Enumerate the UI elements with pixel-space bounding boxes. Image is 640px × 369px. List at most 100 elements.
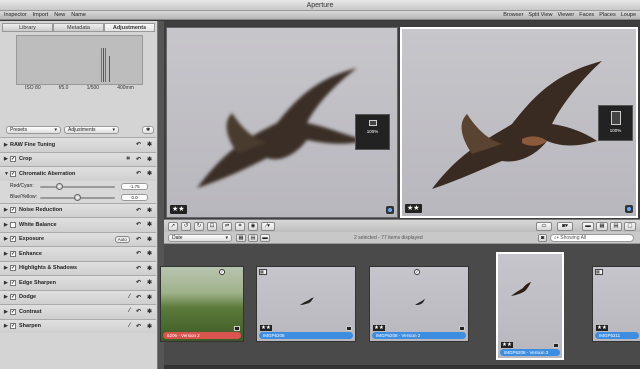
thumbnail-selected[interactable]: ★★ IMGP6208 - Version 3 [496, 252, 564, 360]
gear-icon[interactable]: ✱ [147, 156, 152, 163]
rotate-right-button[interactable]: ↻ [194, 222, 204, 231]
toolbar-browser-button[interactable]: Browser [503, 11, 523, 20]
reset-icon[interactable]: ↶ [136, 250, 141, 257]
panel-noise-reduction[interactable]: ▶ ✓ Noise Reduction ↶ ✱ [0, 202, 156, 217]
reset-icon[interactable]: ↶ [136, 207, 141, 214]
stamp-tool-button[interactable]: ⊡ [207, 222, 217, 231]
toolbar-import-button[interactable]: Import [33, 11, 49, 20]
gear-icon[interactable]: ✱ [147, 221, 152, 228]
camera-mode-button[interactable]: ◙▾ [557, 222, 573, 231]
list-toggle-button[interactable]: ▤ [248, 234, 258, 242]
toolbar-name-button[interactable]: Name [71, 11, 86, 20]
reset-icon[interactable]: ↶ [136, 156, 141, 163]
toolbar-new-button[interactable]: New [54, 11, 65, 20]
gear-icon[interactable]: ✱ [147, 141, 152, 148]
straighten-tool-button[interactable]: ⇌ [222, 222, 232, 231]
viewer-mode-button[interactable]: ▭ [536, 222, 552, 231]
toolbar-faces-button[interactable]: Faces [579, 11, 594, 20]
red-cyan-slider[interactable] [40, 182, 115, 190]
select-tool-button[interactable]: ➚ [168, 222, 178, 231]
panel-white-balance[interactable]: ▶ White Balance ↶ ✱ [0, 217, 156, 232]
gear-icon[interactable]: ✱ [147, 279, 152, 286]
thumbnail[interactable]: ✓ 6206 - Version 2 [160, 266, 244, 342]
panel-raw-fine-tuning[interactable]: ▶ RAW Fine Tuning ↶ ✱ [0, 137, 156, 152]
list-view-button[interactable]: ▤ [610, 222, 622, 231]
search-field[interactable]: ⌕▾ Showing All [550, 234, 634, 242]
redeye-tool-button[interactable]: ◉ [248, 222, 258, 231]
reset-icon[interactable]: ↶ [136, 141, 141, 148]
presets-dropdown[interactable]: Presets ▾ [6, 125, 61, 134]
rating-stars[interactable]: ★★ [405, 204, 422, 213]
viewer-image-right[interactable]: 100% ★★ [400, 27, 638, 218]
enable-checkbox[interactable] [10, 221, 16, 228]
reset-icon[interactable]: ↶ [136, 294, 141, 301]
gear-icon[interactable]: ✱ [147, 250, 152, 257]
enable-checkbox[interactable]: ✓ [10, 294, 16, 301]
reset-icon[interactable]: ↶ [136, 323, 141, 330]
enable-checkbox[interactable]: ✓ [10, 323, 16, 330]
panel-enhance[interactable]: ▶ ✓ Enhance ↶ ✱ [0, 246, 156, 261]
enable-checkbox[interactable]: ✓ [10, 207, 16, 214]
panel-exposure[interactable]: ▶ ✓ Exposure Auto ↶ ✱ [0, 231, 156, 246]
brush-icon[interactable]: ⁄ [129, 323, 130, 330]
fullscreen-button[interactable]: ▢ [624, 222, 636, 231]
brush-icon[interactable]: ⁄ [129, 308, 130, 315]
tab-adjustments[interactable]: Adjustments [104, 23, 155, 32]
toolbar-inspector-button[interactable]: Inspector [4, 11, 27, 20]
gear-icon[interactable]: ✱ [147, 265, 152, 272]
enable-checkbox[interactable]: ✓ [10, 170, 16, 177]
toolbar-loupe-button[interactable]: Loupe [621, 11, 636, 20]
sort-dropdown[interactable]: Date ▾ [168, 234, 232, 242]
zoom-indicator[interactable]: 100% [598, 105, 633, 141]
thumbnail[interactable]: ✓ ★★ IMGP6208 - Version 2 [369, 266, 469, 342]
reset-icon[interactable]: ↶ [136, 279, 141, 286]
viewer-image-left[interactable]: 100% ★★ [166, 27, 398, 218]
slider-knob[interactable] [74, 193, 81, 201]
panel-edge-sharpen[interactable]: ▶ ✓ Edge Sharpen ↶ ✱ [0, 275, 156, 290]
grid-toggle-button[interactable]: ▦ [236, 234, 246, 242]
panel-dodge[interactable]: ▶ ✓ Dodge ⁄ ↶ ✱ [0, 289, 156, 304]
enable-checkbox[interactable]: ✓ [10, 156, 16, 163]
gear-icon[interactable]: ✱ [147, 294, 152, 301]
crop-tool-icon[interactable]: ⌗ [127, 156, 130, 163]
filter-button[interactable]: ◙ [538, 234, 547, 242]
rating-stars[interactable]: ★★ [170, 205, 187, 214]
gear-icon[interactable]: ✱ [147, 207, 152, 214]
gear-icon[interactable]: ✱ [147, 236, 152, 243]
enable-checkbox[interactable]: ✓ [10, 265, 16, 272]
panel-sharpen[interactable]: ▶ ✓ Sharpen ⁄ ↶ ✱ [0, 318, 156, 333]
grid-view-button[interactable]: ▦ [596, 222, 608, 231]
panel-highlights-shadows[interactable]: ▶ ✓ Highlights & Shadows ↶ ✱ [0, 260, 156, 275]
filmstrip-toggle-button[interactable]: ▬ [260, 234, 270, 242]
reset-icon[interactable]: ↶ [136, 265, 141, 272]
zoom-indicator[interactable]: 100% [355, 114, 390, 150]
filmstrip-scrollbar[interactable] [164, 365, 640, 369]
brush-icon[interactable]: ⁄ [129, 294, 130, 301]
crop-tool-button[interactable]: ⌗ [235, 222, 245, 231]
enable-checkbox[interactable]: ✓ [10, 236, 16, 243]
reset-icon[interactable]: ↶ [136, 308, 141, 315]
tab-library[interactable]: Library [2, 23, 53, 32]
panel-contrast[interactable]: ▶ ✓ Contrast ⁄ ↶ ✱ [0, 304, 156, 319]
enable-checkbox[interactable]: ✓ [10, 308, 16, 315]
thumbnail[interactable]: ▦ ★★ IMGP6211 [592, 266, 640, 342]
brush-tool-button[interactable]: ⁄▾ [261, 222, 275, 231]
gear-icon[interactable]: ✱ [147, 308, 152, 315]
reset-icon[interactable]: ↶ [136, 236, 141, 243]
panel-crop[interactable]: ▶ ✓ Crop ⌗ ↶ ✱ [0, 151, 156, 166]
gear-icon[interactable]: ✱ [147, 170, 152, 177]
gear-menu-button[interactable]: ✱ [142, 125, 154, 134]
toolbar-places-button[interactable]: Places [599, 11, 616, 20]
enable-checkbox[interactable]: ✓ [10, 250, 16, 257]
panel-chromatic-aberration[interactable]: ▼ ✓ Chromatic Aberration ↶ ✱ [0, 166, 156, 181]
filmstrip-view-button[interactable]: ▬ [582, 222, 594, 231]
blue-yellow-slider[interactable] [40, 193, 115, 201]
toolbar-splitview-button[interactable]: Split View [528, 11, 552, 20]
tab-metadata[interactable]: Metadata [53, 23, 104, 32]
exposure-auto-button[interactable]: Auto [114, 235, 130, 243]
rotate-left-button[interactable]: ↺ [181, 222, 191, 231]
red-cyan-value-field[interactable]: -1.75 [121, 182, 148, 190]
gear-icon[interactable]: ✱ [147, 323, 152, 330]
enable-checkbox[interactable]: ✓ [10, 279, 16, 286]
adjustments-dropdown[interactable]: Adjustments ▾ [64, 125, 119, 134]
